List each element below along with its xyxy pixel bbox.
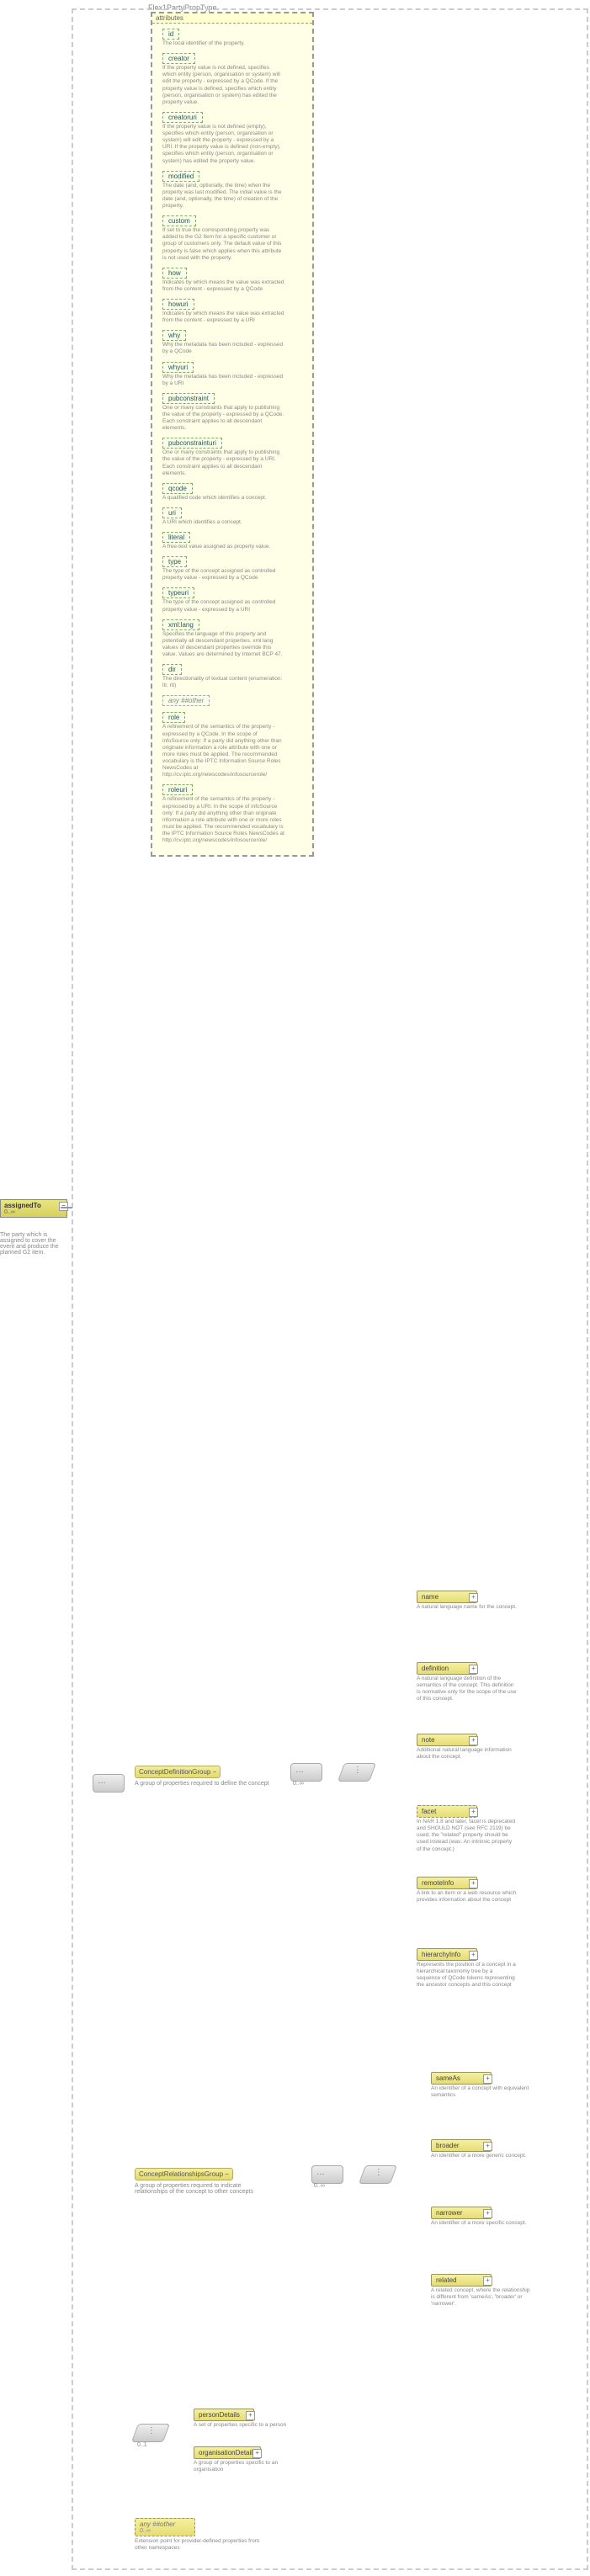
root-desc: The party which is assigned to cover the…	[0, 1232, 66, 1256]
attr-xmllang-desc: Specifies the language of this property …	[162, 631, 284, 659]
attr-roleuri-name[interactable]: roleuri	[162, 784, 193, 795]
choice-cdg	[338, 1763, 376, 1782]
element-facet[interactable]: facet+	[417, 1805, 477, 1818]
attr-type-desc: The type of the concept assigned as cont…	[162, 568, 284, 582]
attr-typeuri-name[interactable]: typeuri	[162, 587, 194, 598]
concept-definition-group[interactable]: ConceptDefinitionGroup −	[135, 1766, 221, 1778]
attr-how-name[interactable]: how	[162, 268, 187, 279]
element-sameas[interactable]: sameAs+	[431, 2072, 492, 2085]
attr-any-name[interactable]: any ##other	[162, 695, 210, 706]
element-narrower[interactable]: narrower+	[431, 2207, 492, 2219]
any-other-element[interactable]: any ##other 0..∞	[135, 2518, 195, 2536]
attr-how-desc: Indicates by which means the value was e…	[162, 279, 284, 293]
attr-literal-desc: A free-text value assigned as property v…	[162, 544, 284, 550]
attr-dir-desc: The directionality of textual content (e…	[162, 676, 284, 689]
attr-type-name[interactable]: type	[162, 556, 187, 567]
attr-modified-desc: The date (and, optionally, the time) whe…	[162, 183, 284, 210]
element-persondetails[interactable]: personDetails+	[194, 2409, 254, 2421]
occur: 0..∞	[140, 2528, 190, 2534]
element-narrower-desc: An identifier of a more specific concept…	[431, 2220, 532, 2227]
attr-id-desc: The local identifier of the property.	[162, 40, 284, 47]
attr-creator-name[interactable]: creator	[162, 53, 195, 64]
attr-literal-name[interactable]: literal	[162, 532, 190, 543]
attributes-box: attributes idThe local identifier of the…	[151, 12, 314, 857]
attr-role-desc: A refinement of the semantics of the pro…	[162, 724, 284, 778]
concept-relationships-group[interactable]: ConceptRelationshipsGroup −	[135, 2168, 233, 2180]
attr-howuri-desc: Indicates by which means the value was e…	[162, 311, 284, 324]
element-hierarchyinfo[interactable]: hierarchyInfo+	[417, 1948, 477, 1961]
root-card: 0..∞	[4, 1209, 63, 1215]
element-name[interactable]: name+	[417, 1591, 477, 1603]
element-persondetails-desc: A set of properties specific to a person	[194, 2422, 295, 2429]
attr-role-name[interactable]: role	[162, 712, 185, 723]
conn	[61, 1207, 72, 1208]
occur: 0..∞	[293, 1781, 304, 1787]
element-related-desc: A related concept, where the relationshi…	[431, 2287, 532, 2308]
element-related[interactable]: related+	[431, 2274, 492, 2287]
element-note-desc: Additional natural language information …	[417, 1747, 518, 1761]
attr-creator-desc: If the property value is not defined, sp…	[162, 65, 284, 106]
attr-uri-name[interactable]: uri	[162, 507, 182, 518]
attr-creatoruri-name[interactable]: creatoruri	[162, 112, 203, 123]
element-remoteinfo[interactable]: remoteInfo+	[417, 1877, 477, 1889]
occur: 0..∞	[314, 2183, 325, 2189]
cdg-desc: A group of properties required to define…	[135, 1781, 269, 1787]
attr-qcode-name[interactable]: qcode	[162, 483, 193, 494]
attr-custom-desc: If set to true the corresponding propert…	[162, 227, 284, 262]
attr-pubconstrainturi-desc: One or many constraints that apply to pu…	[162, 449, 284, 477]
attr-custom-name[interactable]: custom	[162, 215, 196, 226]
attr-id-name[interactable]: id	[162, 29, 179, 40]
attr-qcode-desc: A qualified code which identifies a conc…	[162, 495, 284, 502]
any-other-desc: Extension point for provider-defined pro…	[135, 2538, 261, 2552]
attr-whyuri-desc: Why the metadata has been included - exp…	[162, 374, 284, 387]
root-name: assignedTo	[4, 1202, 41, 1209]
element-remoteinfo-desc: A link to an item or a web resource whic…	[417, 1890, 518, 1904]
attr-pubconstraint-name[interactable]: pubconstraint	[162, 393, 215, 404]
choice-details	[131, 2424, 170, 2442]
element-organisationdetails[interactable]: organisationDetails+	[194, 2446, 261, 2459]
sequence-root	[93, 1774, 125, 1793]
root-element[interactable]: assignedTo − 0..∞	[0, 1199, 67, 1218]
element-definition-desc: A natural language definition of the sem…	[417, 1676, 518, 1703]
attr-modified-name[interactable]: modified	[162, 171, 199, 182]
element-note[interactable]: note+	[417, 1734, 477, 1746]
choice-crg	[359, 2165, 397, 2184]
element-organisationdetails-desc: A group of properties specific to an org…	[194, 2460, 295, 2473]
attr-whyuri-name[interactable]: whyuri	[162, 362, 194, 373]
attr-typeuri-desc: The type of the concept assigned as cont…	[162, 599, 284, 613]
element-facet-desc: In NAR 1.8 and later, facet is deprecate…	[417, 1819, 518, 1853]
element-broader-desc: An identifier of a more generic concept.	[431, 2153, 532, 2159]
element-hierarchyinfo-desc: Represents the position of a concept in …	[417, 1962, 518, 1989]
attr-pubconstrainturi-name[interactable]: pubconstrainturi	[162, 438, 222, 449]
element-name-desc: A natural language name for the concept.	[417, 1604, 518, 1611]
seq-cdg	[290, 1763, 322, 1782]
attr-roleuri-desc: A refinement of the semantics of the pro…	[162, 796, 284, 844]
element-broader[interactable]: broader+	[431, 2139, 492, 2152]
element-sameas-desc: An identifier of a concept with equivale…	[431, 2085, 532, 2099]
any-other-label: any ##other	[140, 2520, 175, 2528]
occur: 0..1	[137, 2442, 147, 2448]
attr-dir-name[interactable]: dir	[162, 664, 182, 675]
cdg-label: ConceptDefinitionGroup	[139, 1768, 210, 1776]
crg-desc: A group of properties required to indica…	[135, 2183, 269, 2195]
attr-howuri-name[interactable]: howuri	[162, 299, 194, 310]
attr-why-desc: Why the metadata has been included - exp…	[162, 342, 284, 355]
element-definition[interactable]: definition+	[417, 1662, 477, 1675]
attr-creatoruri-desc: If the property value is not defined (em…	[162, 124, 284, 165]
crg-label: ConceptRelationshipsGroup	[139, 2170, 223, 2178]
attr-header: attributes	[156, 14, 183, 22]
attr-why-name[interactable]: why	[162, 330, 186, 341]
attr-xmllang-name[interactable]: xml:lang	[162, 619, 199, 630]
seq-crg	[311, 2165, 343, 2184]
attr-uri-desc: A URI which identifies a concept.	[162, 519, 284, 526]
attr-pubconstraint-desc: One or many constraints that apply to pu…	[162, 405, 284, 433]
